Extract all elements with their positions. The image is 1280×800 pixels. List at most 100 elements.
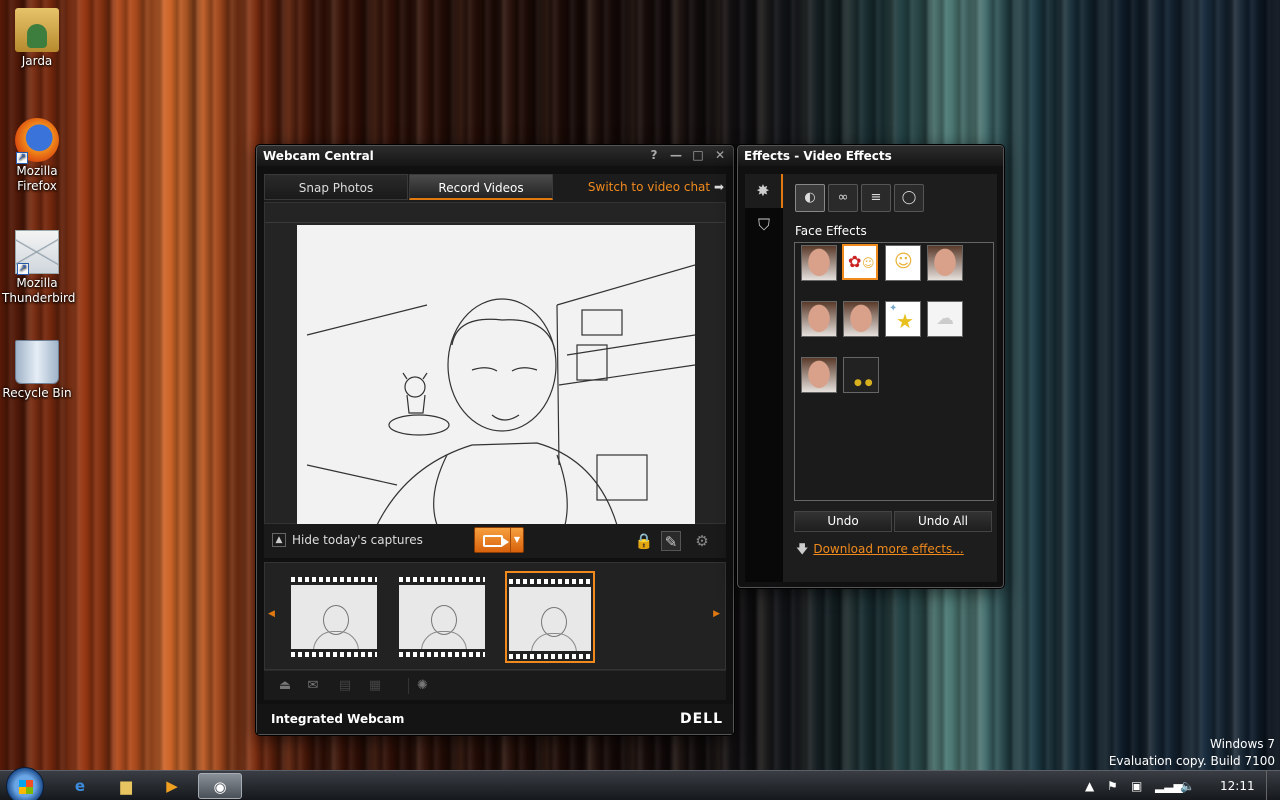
arrow-right-icon: ➡ bbox=[713, 180, 724, 194]
gallery-icon[interactable]: ▦ bbox=[366, 678, 384, 694]
hide-captures-label: Hide today's captures bbox=[292, 533, 423, 547]
download-link-label: Download more effects... bbox=[813, 542, 964, 556]
maximize-button[interactable]: □ bbox=[691, 148, 705, 162]
effect-item[interactable]: ☁ bbox=[927, 301, 963, 337]
effects-panel: ◐ ∞ ≡ ◯ Face Effects ✿ ☺ ☺ ★ ✦ ☁ ● ● Undo … bbox=[783, 174, 997, 582]
close-button[interactable]: ✕ bbox=[713, 148, 727, 162]
taskbar: e ▆ ▶ ◉ ▲ ⚑ ▣ ▂▃▅ 🔈 12:11 bbox=[0, 767, 1280, 800]
desktop-icon-thunderbird[interactable]: ↗ Mozilla Thunderbird bbox=[0, 230, 76, 306]
power-icon[interactable]: ▣ bbox=[1131, 771, 1142, 800]
upload-icon[interactable]: ⏏ bbox=[276, 678, 294, 694]
explorer-icon[interactable]: ▆ bbox=[104, 773, 148, 799]
desktop-icon-jarda[interactable]: Jarda bbox=[0, 8, 74, 69]
network-icon[interactable]: ▂▃▅ bbox=[1155, 771, 1183, 800]
volume-icon[interactable]: 🔈 bbox=[1180, 771, 1195, 800]
bubble-icon[interactable]: ◯ bbox=[894, 184, 924, 212]
capture-thumbnail[interactable] bbox=[397, 571, 487, 663]
webcam-central-window: Webcam Central ? — □ ✕ Snap Photos Recor… bbox=[256, 145, 734, 735]
video-preview-area bbox=[264, 202, 726, 525]
effects-toggle-icon[interactable]: ✎ bbox=[661, 531, 681, 551]
user-folder-icon bbox=[15, 8, 59, 52]
effect-item[interactable] bbox=[801, 245, 837, 281]
webcam-icon[interactable]: ◉ bbox=[198, 773, 242, 799]
chevron-down-icon[interactable]: ▼ bbox=[510, 528, 523, 552]
show-hidden-icons-icon[interactable]: ▲ bbox=[1085, 771, 1094, 800]
show-desktop-button[interactable] bbox=[1266, 771, 1280, 800]
media-player-icon[interactable]: ▶ bbox=[150, 773, 194, 799]
scroll-right-icon[interactable]: ▶ bbox=[713, 609, 720, 619]
undo-all-button[interactable]: Undo All bbox=[894, 511, 992, 532]
webcam-video-feed bbox=[297, 225, 695, 525]
action-center-flag-icon[interactable]: ⚑ bbox=[1107, 771, 1118, 800]
watermark-line1: Windows 7 bbox=[1209, 737, 1275, 751]
effects-titlebar[interactable]: Effects - Video Effects bbox=[738, 146, 1003, 166]
effect-item[interactable]: ☺ bbox=[885, 245, 921, 281]
desktop-icon-firefox[interactable]: ↗ Mozilla Firefox bbox=[0, 118, 74, 194]
tab-record-videos[interactable]: Record Videos bbox=[409, 174, 553, 200]
effects-window: Effects - Video Effects ✸ ⛉ ◐ ∞ ≡ ◯ Face… bbox=[737, 145, 1004, 588]
tab-snap-photos[interactable]: Snap Photos bbox=[264, 174, 408, 200]
window-title: Webcam Central bbox=[263, 149, 374, 163]
desktop-icon-recycle-bin[interactable]: Recycle Bin bbox=[0, 340, 74, 401]
hide-captures-toggle[interactable]: ▲ Hide today's captures bbox=[272, 533, 423, 547]
start-button[interactable] bbox=[6, 767, 44, 800]
effect-item[interactable] bbox=[927, 245, 963, 281]
effects-icon[interactable]: ✺ bbox=[408, 678, 432, 694]
desktop-icon-label: Mozilla Thunderbird bbox=[2, 276, 76, 305]
capture-actions-bar: ⏏ ✉ ▤ ▦ ✺ bbox=[264, 670, 726, 700]
effects-window-title: Effects - Video Effects bbox=[744, 149, 892, 163]
print-icon[interactable]: ▤ bbox=[336, 678, 354, 694]
shortcut-arrow-icon: ↗ bbox=[17, 263, 29, 275]
effect-item[interactable]: ★ ✦ bbox=[885, 301, 921, 337]
effect-category-tabs: ◐ ∞ ≡ ◯ bbox=[795, 184, 924, 212]
recycle-bin-icon bbox=[15, 340, 59, 384]
capture-controls: ▲ Hide today's captures ▼ 🔒 ✎ ⚙ bbox=[264, 524, 726, 558]
internet-explorer-icon[interactable]: e bbox=[58, 773, 102, 799]
lock-icon[interactable]: 🔒 bbox=[634, 531, 654, 551]
avatar-shield-icon[interactable]: ⛉ bbox=[745, 208, 783, 242]
status-bar: Integrated Webcam DELL bbox=[257, 704, 733, 734]
effect-item[interactable] bbox=[801, 301, 837, 337]
scroll-left-icon[interactable]: ◀ bbox=[268, 609, 275, 619]
desktop-icon-label: Mozilla Firefox bbox=[16, 164, 58, 193]
effect-item[interactable] bbox=[801, 357, 837, 393]
email-icon[interactable]: ✉ bbox=[304, 678, 322, 694]
desktop-icon-label: Jarda bbox=[21, 54, 53, 68]
chevron-up-icon: ▲ bbox=[272, 533, 286, 547]
undo-button[interactable]: Undo bbox=[794, 511, 892, 532]
download-more-effects-link[interactable]: 🡇 Download more effects... bbox=[796, 540, 964, 561]
video-effects-icon[interactable]: ✸ bbox=[745, 174, 783, 208]
effect-item[interactable] bbox=[843, 301, 879, 337]
switch-to-video-chat-link[interactable]: Switch to video chat ➡ bbox=[588, 180, 724, 194]
dell-logo: DELL bbox=[679, 711, 723, 727]
effect-item-selected[interactable]: ✿ ☺ bbox=[842, 244, 878, 280]
mode-tabs: Snap Photos Record Videos Switch to vide… bbox=[264, 174, 726, 202]
effects-grid: ✿ ☺ ☺ ★ ✦ ☁ ● ● bbox=[794, 242, 994, 501]
minimize-button[interactable]: — bbox=[669, 148, 683, 162]
windows-watermark: Windows 7 Evaluation copy. Build 7100 bbox=[1109, 736, 1275, 770]
settings-gear-icon[interactable]: ⚙ bbox=[692, 531, 712, 551]
face-effects-icon[interactable]: ◐ bbox=[795, 184, 825, 212]
download-arrow-icon: 🡇 bbox=[796, 542, 809, 556]
sketch-effect-image bbox=[297, 225, 695, 525]
switch-link-label: Switch to video chat bbox=[587, 180, 711, 194]
capture-thumbnail-selected[interactable] bbox=[505, 571, 595, 663]
desktop-icon-label: Recycle Bin bbox=[2, 386, 72, 400]
clock[interactable]: 12:11 bbox=[1220, 771, 1255, 800]
help-button[interactable]: ? bbox=[647, 148, 661, 162]
effects-sidebar: ✸ ⛉ bbox=[745, 174, 783, 582]
video-camera-icon bbox=[483, 535, 509, 547]
record-button[interactable]: ▼ bbox=[474, 527, 524, 553]
section-title: Face Effects bbox=[795, 224, 867, 238]
firefox-icon: ↗ bbox=[15, 118, 59, 164]
layers-icon[interactable]: ≡ bbox=[861, 184, 891, 212]
capture-thumbnail[interactable] bbox=[289, 571, 379, 663]
device-label: Integrated Webcam bbox=[271, 712, 405, 726]
preview-topbar bbox=[265, 203, 725, 223]
undo-buttons: Undo Undo All bbox=[794, 511, 992, 532]
watermark-line2: Evaluation copy. Build 7100 bbox=[1108, 754, 1275, 768]
glasses-icon[interactable]: ∞ bbox=[828, 184, 858, 212]
webcam-titlebar[interactable]: Webcam Central ? — □ ✕ bbox=[257, 146, 733, 166]
effect-item[interactable]: ● ● bbox=[843, 357, 879, 393]
shortcut-arrow-icon: ↗ bbox=[16, 152, 28, 164]
